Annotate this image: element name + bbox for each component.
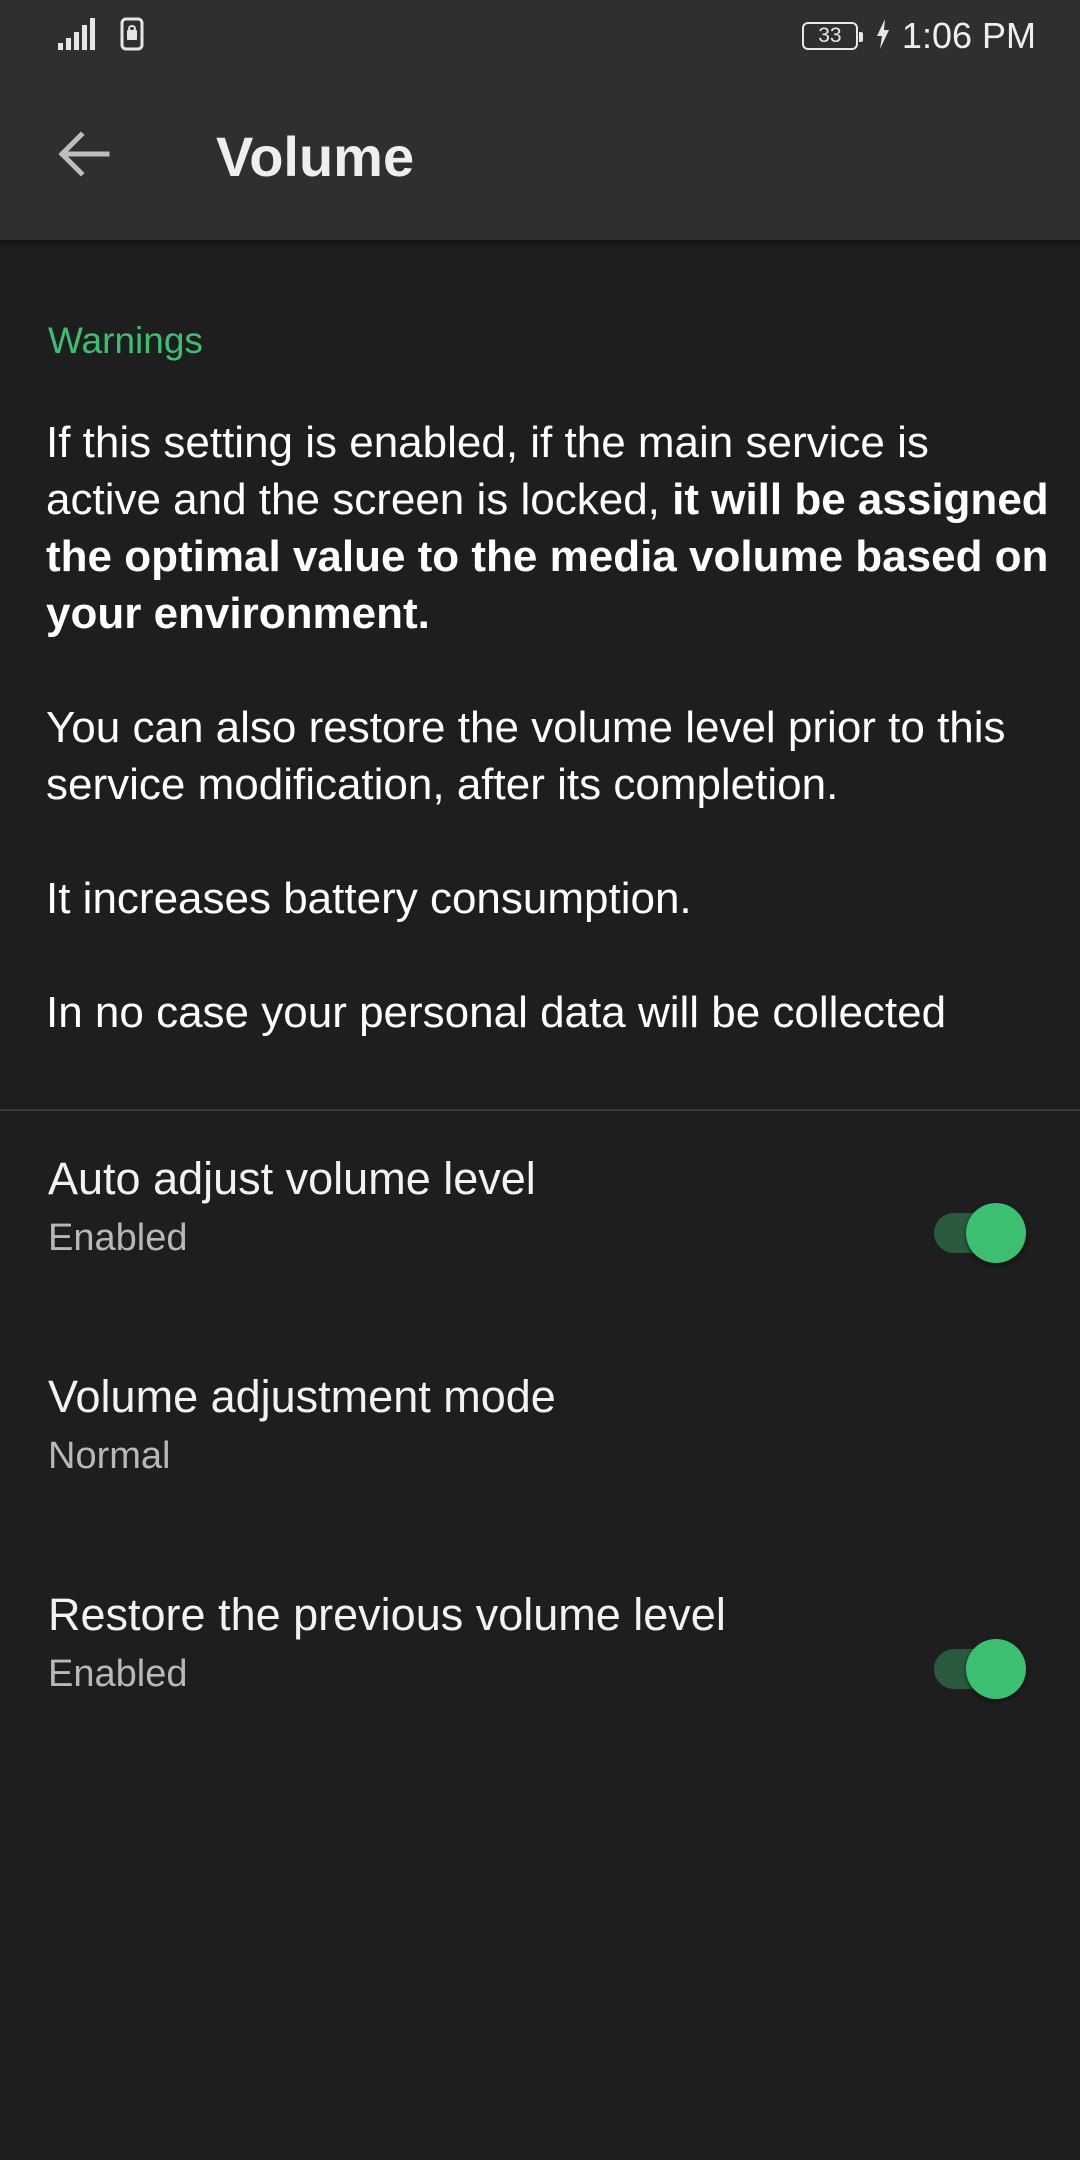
charging-icon xyxy=(876,18,890,54)
page-title: Volume xyxy=(216,124,415,188)
sim-icon xyxy=(120,17,144,56)
pref-summary: Enabled xyxy=(48,1653,188,1695)
warning-paragraph-1: If this setting is enabled, if the main … xyxy=(46,414,1056,642)
arrow-back-icon xyxy=(57,130,111,182)
pref-summary: Normal xyxy=(48,1435,171,1477)
battery-level: 33 xyxy=(818,24,842,47)
pref-volume-adjustment-mode[interactable]: Volume adjustment mode Normal xyxy=(0,1329,1080,1545)
signal-icon xyxy=(58,17,98,56)
restore-volume-toggle[interactable] xyxy=(928,1631,1026,1699)
pref-auto-adjust-volume[interactable]: Auto adjust volume level Enabled xyxy=(0,1111,1080,1327)
pref-title: Volume adjustment mode xyxy=(48,1371,556,1422)
switch-thumb xyxy=(966,1203,1026,1263)
warning-paragraph-3: It increases battery consumption. xyxy=(46,874,692,923)
warning-paragraph-4: In no case your personal data will be co… xyxy=(46,988,947,1037)
warnings-header: Warnings xyxy=(48,320,203,361)
back-button[interactable] xyxy=(34,106,134,206)
pref-title: Restore the previous volume level xyxy=(48,1589,726,1640)
clock: 1:06 PM xyxy=(901,15,1036,56)
pref-restore-previous-volume[interactable]: Restore the previous volume level Enable… xyxy=(0,1547,1080,1763)
battery-indicator: 33 xyxy=(801,22,863,50)
switch-thumb xyxy=(966,1639,1026,1699)
auto-adjust-toggle[interactable] xyxy=(928,1195,1026,1263)
warnings-text: If this setting is enabled, if the main … xyxy=(46,414,1056,1098)
app-bar: Volume xyxy=(0,72,1080,240)
status-bar: 33 1:06 PM xyxy=(0,0,1080,72)
pref-summary: Enabled xyxy=(48,1217,188,1259)
warning-paragraph-2: You can also restore the volume level pr… xyxy=(46,703,1006,809)
pref-title: Auto adjust volume level xyxy=(48,1153,536,1204)
